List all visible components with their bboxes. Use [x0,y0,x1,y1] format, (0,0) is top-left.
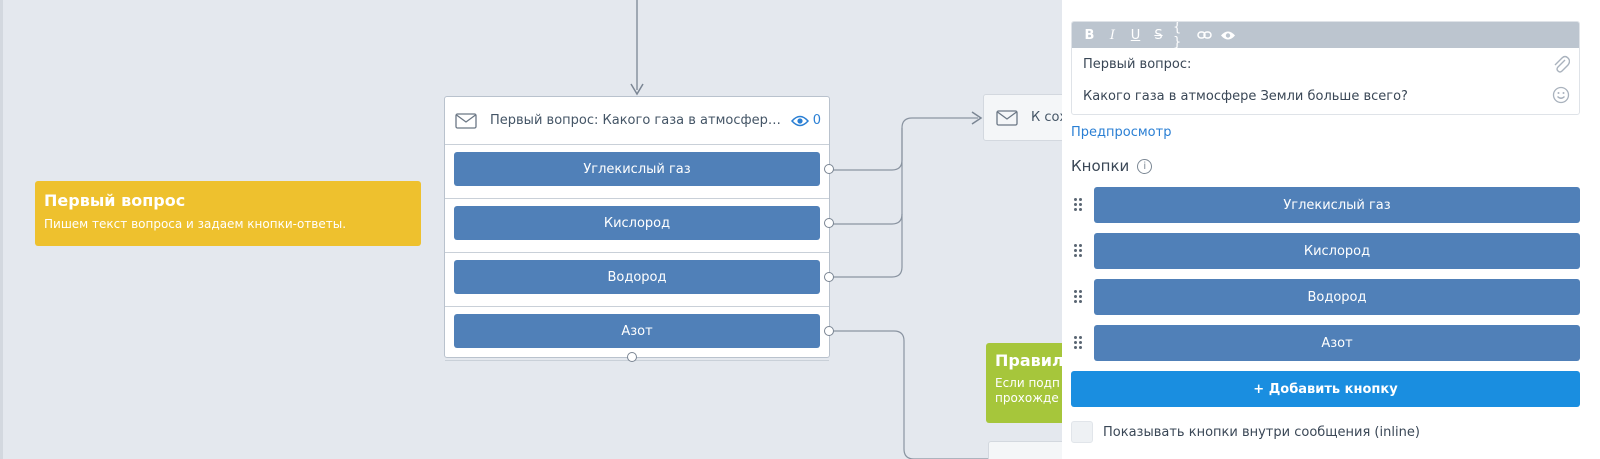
note-title: Первый вопрос [44,191,186,210]
panel-button-hydrogen[interactable]: Водород [1094,279,1580,315]
emoji-icon[interactable] [1552,86,1570,108]
preview-link[interactable]: Предпросмотр [1071,125,1171,140]
node-button-row: Азот [445,307,834,361]
buttons-header-label: Кнопки [1071,157,1130,175]
preview-eye-icon[interactable] [1219,27,1236,44]
node-button-row: Водород [445,253,834,307]
note-first-question[interactable]: Первый вопрос Пишем текст вопроса и зада… [35,181,421,246]
note-rules-title: Правил [995,351,1062,370]
underline-icon[interactable]: U [1127,27,1144,44]
code-icon[interactable]: { } [1173,22,1190,50]
info-icon[interactable]: i [1137,158,1153,174]
panel-button-co2[interactable]: Углекислый газ [1094,187,1580,223]
next-node-label: К сох [1031,110,1062,125]
bottom-message-node[interactable] [988,441,1062,459]
note-description: Пишем текст вопроса и задаем кнопки-отве… [44,217,347,231]
envelope-icon [455,112,477,129]
node-button-co2[interactable]: Углекислый газ [454,152,820,186]
node-bottom-port[interactable] [627,352,637,362]
message-node-title: Первый вопрос: Какого газа в атмосфере З… [490,113,785,128]
italic-icon[interactable]: I [1104,27,1121,44]
note-rules-line2: прохожде [995,391,1059,405]
note-rules[interactable]: Правил Если подп прохожде [986,343,1062,423]
editor-text-line1: Первый вопрос: [1083,57,1192,72]
inline-option: Показывать кнопки внутри сообщения (inli… [1071,421,1420,443]
buttons-header: Кнопки i [1071,157,1153,175]
editor-toolbar: B I U S { } [1072,22,1579,50]
drag-handle-icon[interactable] [1074,198,1082,212]
editor-text-line2: Какого газа в атмосфере Земли больше все… [1083,89,1408,104]
inline-checkbox-label[interactable]: Показывать кнопки внутри сообщения (inli… [1103,425,1420,440]
drag-handle-icon[interactable] [1074,290,1082,304]
next-message-node[interactable]: К сох [983,94,1062,141]
add-button-button[interactable]: + Добавить кнопку [1071,371,1580,407]
node-button-oxygen[interactable]: Кислород [454,206,820,240]
button-output-port[interactable] [824,164,834,174]
button-output-port[interactable] [824,218,834,228]
node-button-row: Углекислый газ [445,145,834,199]
drag-handle-icon[interactable] [1074,244,1082,258]
wire-btn1 [830,117,978,171]
message-node[interactable]: Первый вопрос: Какого газа в атмосфере З… [444,96,834,362]
settings-panel: B I U S { } Первый вопрос: Какого газа в… [1062,0,1600,459]
flow-canvas[interactable]: Первый вопрос Пишем текст вопроса и зада… [0,0,1062,459]
message-node-header[interactable]: Первый вопрос: Какого газа в атмосфере З… [445,97,829,145]
views-counter: 0 [790,113,821,128]
envelope-icon [996,109,1018,126]
eye-icon [790,115,809,126]
node-button-row: Кислород [445,199,834,253]
panel-button-nitrogen[interactable]: Азот [1094,325,1580,361]
panel-button-oxygen[interactable]: Кислород [1094,233,1580,269]
message-editor[interactable]: B I U S { } Первый вопрос: Какого газа в… [1071,21,1580,115]
wire-btn2 [830,128,903,225]
panel-button-row: Углекислый газ [1071,187,1580,223]
views-count: 0 [812,113,821,128]
link-icon[interactable] [1196,27,1213,44]
note-rules-description: Если подп прохожде [995,376,1062,406]
paperclip-icon[interactable] [1552,54,1571,78]
node-button-hydrogen[interactable]: Водород [454,260,820,294]
button-output-port[interactable] [824,272,834,282]
wire-btn4 [830,330,988,459]
bold-icon[interactable]: B [1081,27,1098,44]
note-rules-line1: Если подп [995,376,1060,390]
drag-handle-icon[interactable] [1074,336,1082,350]
strikethrough-icon[interactable]: S [1150,27,1167,44]
panel-button-row: Кислород [1071,233,1580,269]
button-output-port[interactable] [824,326,834,336]
panel-button-row: Азот [1071,325,1580,361]
panel-button-row: Водород [1071,279,1580,315]
inline-checkbox[interactable] [1071,421,1093,443]
node-button-nitrogen[interactable]: Азот [454,314,820,348]
